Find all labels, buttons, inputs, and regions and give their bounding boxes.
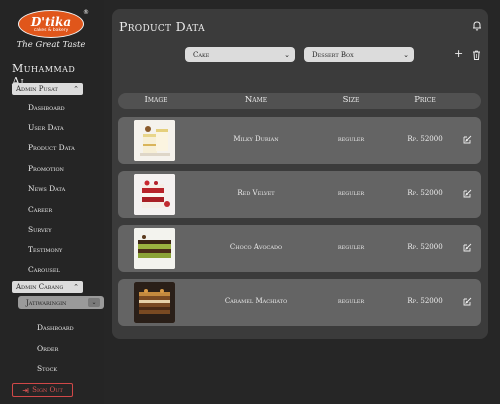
chevron-up-icon: ⌃ [73,85,79,93]
product-price: Rp. 52000 [407,297,443,305]
admin-cabang-toggle[interactable]: Admin Cabang ⌃ [12,281,83,293]
product-name: Caramel Machiato [224,297,288,305]
registered-mark: ® [83,9,89,16]
admin-cabang-label: Admin Cabang [16,283,64,291]
chevron-down-icon: ⌄ [403,50,409,59]
subcategory-select-value: Dessert Box [312,50,354,59]
nav-dashboard[interactable]: Dashboard [28,103,65,112]
product-name: Milky Durian [233,135,279,143]
product-price: Rp. 52000 [407,189,443,197]
column-header-image: Image [144,95,168,105]
table-row: Caramel Machiato reguler Rp. 52000 [118,279,481,326]
nav-user-data[interactable]: User Data [28,123,64,132]
sign-out-button[interactable]: Sign Out [12,383,73,397]
brand-logo[interactable]: D'tika cakes & bakery ® The Great Taste [14,9,89,50]
nav-branch-stock[interactable]: Stock [37,364,57,373]
product-size: reguler [337,243,365,251]
nav-product-data[interactable]: Product Data [28,143,75,152]
trash-icon[interactable] [472,50,481,60]
sidebar: D'tika cakes & bakery ® The Great Taste … [0,0,104,404]
edit-icon[interactable] [463,297,472,306]
edit-icon[interactable] [463,189,472,198]
product-image [134,174,175,215]
chevron-down-icon: ⌄ [88,298,100,307]
category-select[interactable]: Cake ⌄ [185,47,295,62]
product-name: Choco Avocado [229,243,283,251]
tagline: The Great Taste [16,40,86,50]
branch-select[interactable]: Jatiwaringin ⌄ [18,296,104,309]
chevron-up-icon: ⌃ [73,283,79,291]
sign-out-label: Sign Out [32,386,63,394]
table-row: Milky Durian reguler Rp. 52000 [118,117,481,164]
subcategory-select[interactable]: Dessert Box ⌄ [304,47,414,62]
table-row: Choco Avocado reguler Rp. 52000 [118,225,481,272]
chevron-down-icon: ⌄ [284,50,290,59]
column-header-price: Price [414,95,436,105]
nav-branch-dashboard[interactable]: Dashboard [37,323,74,332]
nav-career[interactable]: Career [28,205,52,214]
nav-survey[interactable]: Survey [28,225,52,234]
product-image [134,228,175,269]
admin-pusat-label: Admin Pusat [16,85,58,93]
edit-icon[interactable] [463,135,472,144]
product-size: reguler [337,189,365,197]
column-header-name: Name [244,95,268,105]
product-price: Rp. 52000 [407,135,443,143]
nav-branch-order[interactable]: Order [37,344,58,353]
category-select-value: Cake [193,50,210,59]
edit-icon[interactable] [463,243,472,252]
product-size: reguler [337,135,365,143]
branch-select-value: Jatiwaringin [26,298,67,307]
product-name: Red Velvet [237,189,275,197]
product-image [134,282,175,323]
nav-testimony[interactable]: Testimony [28,245,62,254]
column-header-size: Size [342,95,360,105]
bell-icon[interactable] [472,20,482,31]
product-price: Rp. 52000 [407,243,443,251]
nav-carousel[interactable]: Carousel [28,265,60,274]
product-panel: Product Data Cake ⌄ Dessert Box ⌄ + Imag… [112,9,488,339]
nav-news-data[interactable]: News Data [28,184,65,193]
product-image [134,120,175,161]
logo-name: D'tika [30,14,72,29]
logo-subtitle: cakes & bakery [33,27,69,33]
admin-pusat-toggle[interactable]: Admin Pusat ⌃ [12,83,83,95]
logout-icon [22,387,29,393]
logo-badge: D'tika cakes & bakery ® [18,9,89,38]
table-header: Image Name Size Price [118,93,481,109]
product-size: reguler [337,297,365,305]
table-row: Red Velvet reguler Rp. 52000 [118,171,481,218]
plus-icon[interactable]: + [454,47,463,60]
page-title: Product Data [119,19,205,34]
nav-promotion[interactable]: Promotion [28,164,64,173]
